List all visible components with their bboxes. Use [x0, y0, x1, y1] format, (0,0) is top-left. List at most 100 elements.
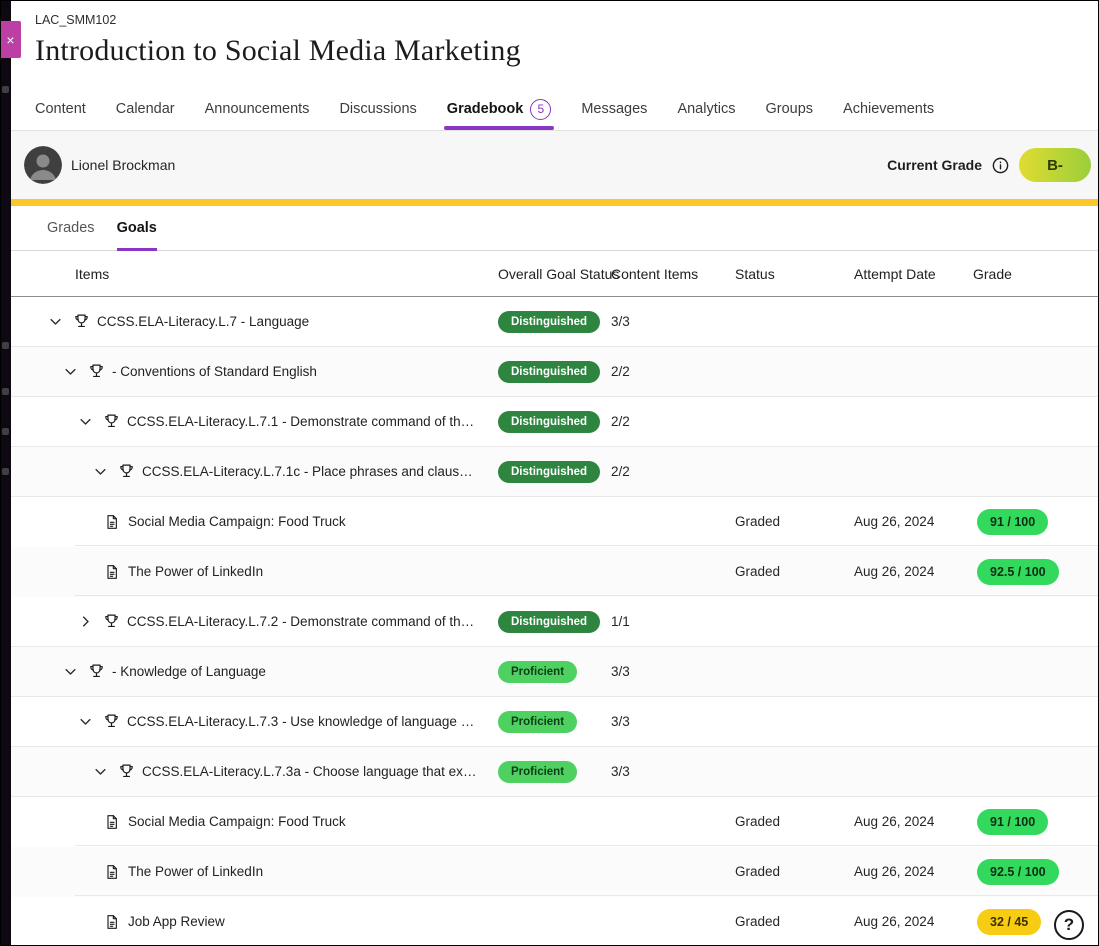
chevron-down-icon[interactable]: [75, 712, 95, 732]
item-status: Graded: [724, 514, 843, 529]
nav-tab-label: Messages: [581, 101, 647, 117]
nav-tab-calendar[interactable]: Calendar: [116, 88, 175, 130]
subtab-goals[interactable]: Goals: [117, 206, 157, 250]
chevron-down-icon[interactable]: [60, 362, 80, 382]
main-content: LAC_SMM102 Introduction to Social Media …: [11, 0, 1099, 946]
chevron-down-icon[interactable]: [90, 762, 110, 782]
user-avatar-icon: [24, 146, 62, 184]
nav-tab-analytics[interactable]: Analytics: [677, 88, 735, 130]
nav-tab-label: Calendar: [116, 101, 175, 117]
document-icon: [103, 863, 121, 881]
item-status: Graded: [724, 864, 843, 879]
goal-status-pill: Distinguished: [498, 361, 600, 383]
nav-tab-label: Gradebook: [447, 101, 524, 117]
student-bar: Lionel Brockman Current Grade B-: [11, 131, 1099, 199]
chevron-down-icon[interactable]: [60, 662, 80, 682]
sidebar-glyph: [2, 428, 9, 435]
overall-goal-status-cell: Proficient: [487, 711, 600, 733]
nav-tab-label: Analytics: [677, 101, 735, 117]
col-header-attempt-date: Attempt Date: [843, 266, 962, 282]
overall-goal-status-cell: Proficient: [487, 761, 600, 783]
grade-cell: 92.5 / 100: [962, 859, 1099, 885]
grade-pill[interactable]: 91 / 100: [977, 509, 1048, 535]
document-icon: [103, 913, 121, 931]
content-item-label[interactable]: Job App Review: [128, 914, 225, 929]
content-item-row: The Power of LinkedIn GradedAug 26, 2024 9…: [11, 847, 1099, 897]
chevron-down-icon[interactable]: [45, 312, 65, 332]
current-grade-group: Current Grade B-: [887, 148, 1091, 182]
goal-label: CCSS.ELA-Literacy.L.7.1 - Demonstrate co…: [127, 414, 477, 429]
current-grade-pill[interactable]: B-: [1019, 148, 1091, 182]
goal-row: CCSS.ELA-Literacy.L.7.3a - Choose langua…: [11, 747, 1099, 797]
subtab-grades[interactable]: Grades: [47, 206, 95, 250]
nav-tab-label: Discussions: [339, 101, 416, 117]
nav-tab-label: Content: [35, 101, 86, 117]
goal-label: CCSS.ELA-Literacy.L.7.3a - Choose langua…: [142, 764, 477, 779]
col-header-grade: Grade: [962, 266, 1099, 282]
content-item-label[interactable]: Social Media Campaign: Food Truck: [128, 814, 346, 829]
goal-row: CCSS.ELA-Literacy.L.7.3 - Use knowledge …: [11, 697, 1099, 747]
nav-tab-discussions[interactable]: Discussions: [339, 88, 416, 130]
nav-tab-announcements[interactable]: Announcements: [205, 88, 310, 130]
nav-tab-groups[interactable]: Groups: [765, 88, 813, 130]
goal-row: CCSS.ELA-Literacy.L.7.2 - Demonstrate co…: [11, 597, 1099, 647]
goal-row: - Conventions of Standard English Disting…: [11, 347, 1099, 397]
content-items-count: 2/2: [600, 364, 724, 379]
nav-tab-content[interactable]: Content: [35, 88, 86, 130]
document-icon: [103, 813, 121, 831]
content-item-row: Job App ReviewGradedAug 26, 202432 / 45: [11, 897, 1099, 946]
content-item-label[interactable]: Social Media Campaign: Food Truck: [128, 514, 346, 529]
grade-pill[interactable]: 32 / 45: [977, 909, 1041, 935]
goal-label: CCSS.ELA-Literacy.L.7.2 - Demonstrate co…: [127, 614, 477, 629]
nav-tab-label: Announcements: [205, 101, 310, 117]
content-items-count: 3/3: [600, 764, 724, 779]
goals-table-header: Items Overall Goal Status Content Items …: [11, 251, 1099, 297]
content-item-label[interactable]: The Power of LinkedIn: [128, 864, 263, 879]
goal-status-pill: Distinguished: [498, 411, 600, 433]
goal-label: - Conventions of Standard English: [112, 364, 317, 379]
chevron-down-icon[interactable]: [75, 412, 95, 432]
sidebar-glyph: [2, 86, 9, 93]
content-item-row: Social Media Campaign: Food TruckGradedA…: [11, 797, 1099, 847]
col-header-content-items: Content Items: [600, 266, 724, 282]
goal-label: CCSS.ELA-Literacy.L.7.3 - Use knowledge …: [127, 714, 477, 729]
content-item-label[interactable]: The Power of LinkedIn: [128, 564, 263, 579]
document-icon: [103, 513, 121, 531]
nav-tab-messages[interactable]: Messages: [581, 88, 647, 130]
collapsed-sidebar[interactable]: [0, 0, 11, 946]
course-nav: Content Calendar Announcements Discussions G…: [11, 88, 1099, 131]
goal-trophy-icon: [102, 613, 120, 631]
course-code: LAC_SMM102: [35, 13, 1075, 27]
attempt-date: Aug 26, 2024: [843, 864, 962, 879]
grade-pill[interactable]: 91 / 100: [977, 809, 1048, 835]
item-status: Graded: [724, 914, 843, 929]
document-icon: [103, 563, 121, 581]
chevron-down-icon[interactable]: [90, 462, 110, 482]
nav-tab-gradebook[interactable]: Gradebook5: [447, 88, 552, 130]
grade-cell: 91 / 100: [962, 509, 1099, 535]
nav-tab-achievements[interactable]: Achievements: [843, 88, 934, 130]
close-panel-tab[interactable]: ×: [0, 21, 21, 58]
goal-label: - Knowledge of Language: [112, 664, 266, 679]
content-items-count: 1/1: [600, 614, 724, 629]
chevron-right-icon[interactable]: [75, 612, 95, 632]
attempt-date: Aug 26, 2024: [843, 564, 962, 579]
goal-trophy-icon: [102, 413, 120, 431]
overall-goal-status-cell: Distinguished: [487, 411, 600, 433]
help-button[interactable]: ?: [1054, 910, 1084, 940]
goal-status-pill: Proficient: [498, 761, 577, 783]
grade-pill[interactable]: 92.5 / 100: [977, 859, 1059, 885]
goal-status-pill: Distinguished: [498, 461, 600, 483]
grade-pill[interactable]: 92.5 / 100: [977, 559, 1059, 585]
content-items-count: 3/3: [600, 664, 724, 679]
student-name: Lionel Brockman: [71, 157, 175, 173]
goal-trophy-icon: [72, 313, 90, 331]
goal-status-pill: Proficient: [498, 711, 577, 733]
goal-label: CCSS.ELA-Literacy.L.7.1c - Place phrases…: [142, 464, 477, 479]
content-item-row: The Power of LinkedInGradedAug 26, 20249…: [11, 547, 1099, 597]
sidebar-glyph: [2, 388, 9, 395]
info-icon[interactable]: [991, 156, 1010, 175]
col-header-status: Status: [724, 266, 843, 282]
content-item-row: Social Media Campaign: Food TruckGradedA…: [11, 497, 1099, 547]
goal-trophy-icon: [117, 763, 135, 781]
